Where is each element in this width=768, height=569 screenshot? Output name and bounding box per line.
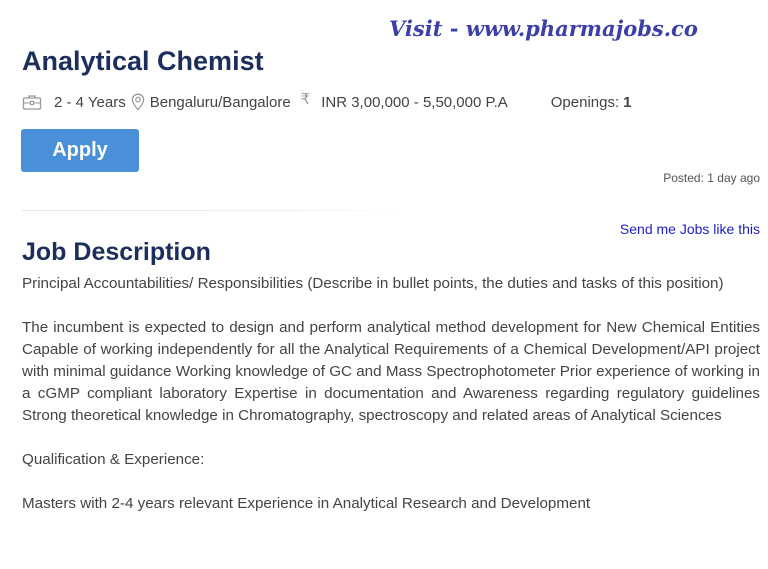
- posted-date: Posted: 1 day ago: [663, 171, 760, 185]
- watermark-text: Visit - www.pharmajobs.co: [389, 16, 698, 41]
- description-paragraph: Masters with 2-4 years relevant Experien…: [22, 495, 591, 512]
- description-paragraph: Qualification & Experience:: [22, 451, 205, 468]
- job-meta-row: 2 - 4 Years Bengaluru/Bangalore ₹ INR 3,…: [22, 91, 631, 113]
- openings-count: 1: [623, 93, 632, 111]
- description-paragraph: Principal Accountabilities/ Responsibili…: [22, 275, 724, 292]
- rupee-icon: ₹: [300, 90, 311, 108]
- experience-text: 2 - 4 Years: [54, 93, 126, 111]
- salary-text: INR 3,00,000 - 5,50,000 P.A: [321, 93, 508, 111]
- section-divider: [22, 210, 402, 211]
- openings-label: Openings:: [550, 93, 620, 111]
- briefcase-icon: [22, 94, 42, 110]
- job-description-body: Principal Accountabilities/ Responsibili…: [22, 273, 760, 537]
- job-title: Analytical Chemist: [22, 46, 264, 76]
- apply-button[interactable]: Apply: [21, 129, 139, 172]
- job-description-heading: Job Description: [22, 238, 211, 266]
- send-similar-jobs-link[interactable]: Send me Jobs like this: [620, 221, 760, 237]
- description-paragraph: The incumbent is expected to design and …: [22, 319, 760, 424]
- location-text: Bengaluru/Bangalore: [149, 93, 291, 111]
- location-pin-icon: [131, 93, 145, 111]
